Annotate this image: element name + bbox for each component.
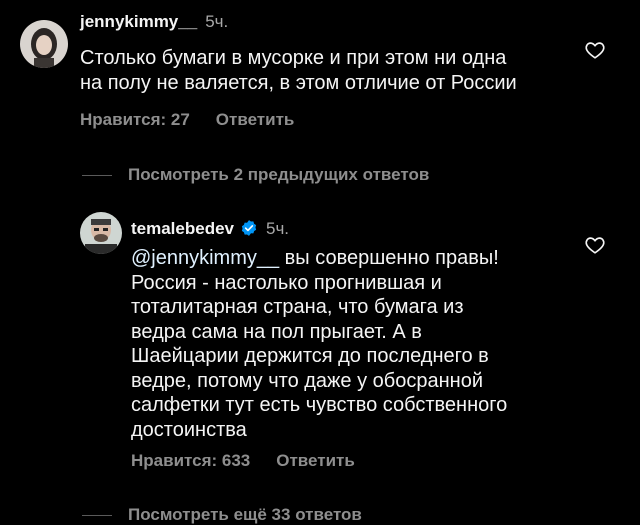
comment-text-line: Шаейцарии держится до последнего в	[131, 345, 489, 367]
comment-text-fragment: вы совершенно правы!	[279, 247, 499, 269]
username-label[interactable]: temalebedev	[131, 219, 234, 238]
username-label[interactable]: jennykimmy__	[80, 12, 197, 31]
comment-time: 5ч.	[266, 219, 290, 238]
comment-text-line: ведре, потому что даже у обосранной	[131, 369, 483, 392]
comment-time: 5ч.	[205, 12, 229, 31]
comment-text-line: @jennykimmy__ вы совершенно правы!	[131, 246, 571, 271]
comment-text-line: тоталитарная страна, что бумага из	[131, 296, 464, 318]
reply-button[interactable]: Ответить	[216, 110, 295, 129]
comment-text-line: на полу не валяется, в этом отличие от Р…	[80, 71, 517, 94]
comment-actions: Нравится: 27 Ответить	[80, 110, 294, 130]
comment-actions: Нравится: 633 Ответить	[131, 451, 355, 471]
verified-badge-icon	[241, 220, 257, 236]
heart-outline-icon[interactable]	[584, 39, 606, 61]
comment-text-line: ведра сама на пол прыгает. А в	[131, 320, 422, 343]
heart-outline-icon[interactable]	[584, 234, 606, 256]
comment-text: @jennykimmy__ вы совершенно правы! Росси…	[131, 246, 571, 442]
avatar-jennykimmy[interactable]	[20, 20, 68, 68]
view-more-replies-label[interactable]: Посмотреть ещё 33 ответов	[128, 505, 362, 524]
divider-line	[82, 175, 112, 177]
divider-line	[82, 515, 112, 517]
comment-text-line: достоинства	[131, 418, 247, 441]
username-jennykimmy[interactable]: jennykimmy__ 5ч.	[80, 12, 228, 32]
reply-button[interactable]: Ответить	[276, 451, 355, 470]
view-more-replies-button[interactable]: Посмотреть ещё 33 ответов	[82, 505, 362, 525]
likes-count[interactable]: Нравится: 27	[80, 110, 190, 129]
comment-text-line: Россия - настолько прогнившая и	[131, 271, 442, 294]
comment-text-line: Столько бумаги в мусорке и при этом ни о…	[80, 47, 507, 69]
likes-count[interactable]: Нравится: 633	[131, 451, 250, 470]
mention-link[interactable]: @jennykimmy__	[131, 247, 279, 269]
avatar-temalebedev[interactable]	[80, 212, 122, 254]
comment-text: Столько бумаги в мусорке и при этом ни о…	[80, 46, 590, 95]
view-previous-replies-label[interactable]: Посмотреть 2 предыдущих ответов	[128, 165, 429, 184]
comment-text-line: салфетки тут есть чувство собственного	[131, 394, 508, 416]
view-previous-replies-button[interactable]: Посмотреть 2 предыдущих ответов	[82, 165, 429, 185]
username-temalebedev[interactable]: temalebedev 5ч.	[131, 219, 289, 239]
